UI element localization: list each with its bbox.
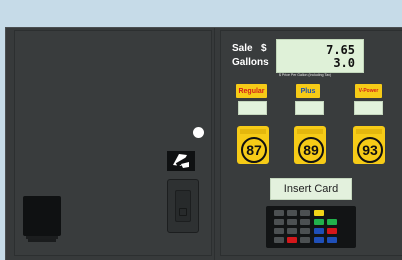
keypad-key[interactable] — [300, 237, 310, 243]
keypad-key[interactable] — [274, 228, 284, 234]
card-reader-slot-inner — [175, 190, 191, 222]
keypad-key[interactable] — [300, 228, 310, 234]
sale-label: Sale — [232, 43, 253, 54]
keypad-key[interactable] — [287, 210, 297, 216]
keypad-key[interactable] — [300, 219, 310, 225]
keypad-key-green[interactable] — [314, 219, 324, 225]
octane-button-93[interactable]: 93 — [353, 126, 385, 164]
grade-label-vpower[interactable]: V-Power — [355, 84, 382, 98]
grade-name: Regular — [238, 87, 265, 95]
insert-card-text: Insert Card — [283, 183, 339, 195]
sale-display: 7.65 3.0 — [276, 39, 364, 73]
keypad-key-green[interactable] — [327, 219, 337, 225]
indicator-light — [193, 127, 204, 138]
keypad-key-red[interactable] — [327, 228, 337, 234]
small-screen — [23, 196, 61, 236]
card-insert-icon — [167, 151, 195, 171]
keypad-key[interactable] — [300, 210, 310, 216]
octane-ring: 93 — [357, 137, 383, 163]
keypad-key[interactable] — [287, 228, 297, 234]
price-window-plus — [295, 101, 324, 115]
price-window-vpower — [354, 101, 383, 115]
gallons-amount: 3.0 — [333, 56, 355, 70]
grade-name: Plus — [300, 87, 316, 95]
card-reader-notch — [179, 208, 187, 216]
keypad-key[interactable] — [274, 219, 284, 225]
octane-number: 89 — [303, 142, 319, 158]
keypad-key[interactable] — [274, 210, 284, 216]
sale-amount: 7.65 — [326, 43, 355, 57]
octane-header — [297, 129, 323, 134]
keypad-key-blue[interactable] — [327, 237, 337, 243]
keypad-key[interactable] — [274, 237, 284, 243]
octane-ring: 87 — [241, 137, 267, 163]
octane-ring: 89 — [298, 137, 324, 163]
small-screen-base — [28, 239, 56, 242]
octane-button-89[interactable]: 89 — [294, 126, 326, 164]
keypad-key-blue[interactable] — [314, 228, 324, 234]
grade-label-regular[interactable]: Regular — [236, 84, 267, 98]
octane-number: 93 — [362, 142, 378, 158]
dollar-sign: $ — [261, 43, 267, 54]
keypad-key-blue[interactable] — [314, 237, 324, 243]
insert-card-message: Insert Card — [270, 178, 352, 200]
octane-number: 87 — [246, 142, 262, 158]
price-window-regular — [238, 101, 267, 115]
panel-divider — [214, 28, 215, 260]
keypad-key-red[interactable] — [287, 237, 297, 243]
keypad-key-yellow[interactable] — [314, 210, 324, 216]
grade-name: V-Power — [358, 88, 379, 94]
octane-button-87[interactable]: 87 — [237, 126, 269, 164]
grade-label-plus[interactable]: Plus — [296, 84, 320, 98]
keypad-key[interactable] — [287, 219, 297, 225]
gallons-label: Gallons — [232, 57, 269, 68]
octane-header — [240, 129, 266, 134]
octane-header — [356, 129, 382, 134]
price-per-gallon-note: $ Price Per Gallon (Including Tax) — [279, 73, 332, 77]
pin-keypad — [266, 206, 356, 248]
